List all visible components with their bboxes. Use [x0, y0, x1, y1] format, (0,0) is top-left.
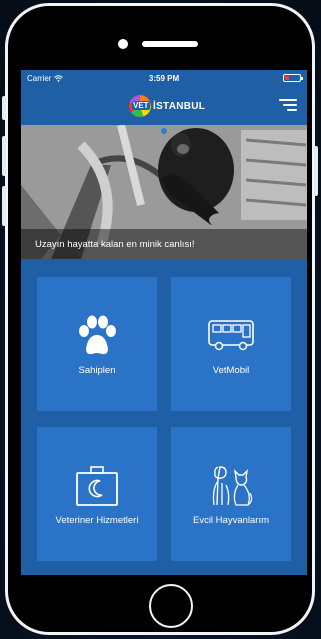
status-bar: Carrier 3:59 PM [21, 70, 307, 87]
volume-up-button [2, 136, 6, 176]
banner-caption-text: Uzayın hayatta kalan en minik canlısı! [35, 238, 195, 250]
clock: 3:59 PM [148, 74, 180, 83]
app-header: VET İSTANBUL [21, 87, 307, 125]
front-camera [118, 39, 128, 49]
paw-icon [79, 315, 116, 355]
tile-sahiplen[interactable]: Sahiplen [37, 277, 157, 411]
volume-down-button [2, 186, 6, 226]
home-button[interactable] [149, 584, 193, 628]
battery-icon [283, 74, 303, 82]
tile-label-vetmobil: VetMobil [212, 365, 250, 376]
dog-cat-icon [212, 466, 253, 506]
mute-switch [2, 96, 6, 120]
power-button [314, 146, 318, 196]
bus-icon [208, 320, 254, 351]
tile-label-evcil-hayvanlarim: Evcil Hayvanlarım [192, 515, 270, 526]
logo-text: İSTANBUL [153, 100, 206, 112]
tile-label-veteriner-hizmetleri: Veteriner Hizmetleri [55, 515, 139, 526]
logo-mark-icon: VET [129, 95, 151, 117]
tile-label-sahiplen: Sahiplen [78, 365, 116, 376]
logo-mark-text: VET [132, 101, 150, 110]
news-carousel[interactable]: Uzayın hayatta kalan en minik canlısı! [21, 125, 307, 259]
banner-caption: Uzayın hayatta kalan en minik canlısı! [21, 229, 307, 259]
earpiece-speaker [142, 41, 198, 47]
vet-case-icon [76, 466, 118, 506]
tile-vetmobil[interactable]: VetMobil [171, 277, 291, 411]
carousel-page-indicator[interactable] [161, 128, 167, 134]
tile-veteriner-hizmetleri[interactable]: Veteriner Hizmetleri [37, 427, 157, 561]
hamburger-menu-icon[interactable] [279, 99, 297, 113]
app-screen: Carrier 3:59 PM VET İSTANBUL Uzayın haya… [21, 70, 307, 575]
tile-evcil-hayvanlarim[interactable]: Evcil Hayvanlarım [171, 427, 291, 561]
vet-istanbul-logo: VET İSTANBUL [129, 95, 205, 117]
